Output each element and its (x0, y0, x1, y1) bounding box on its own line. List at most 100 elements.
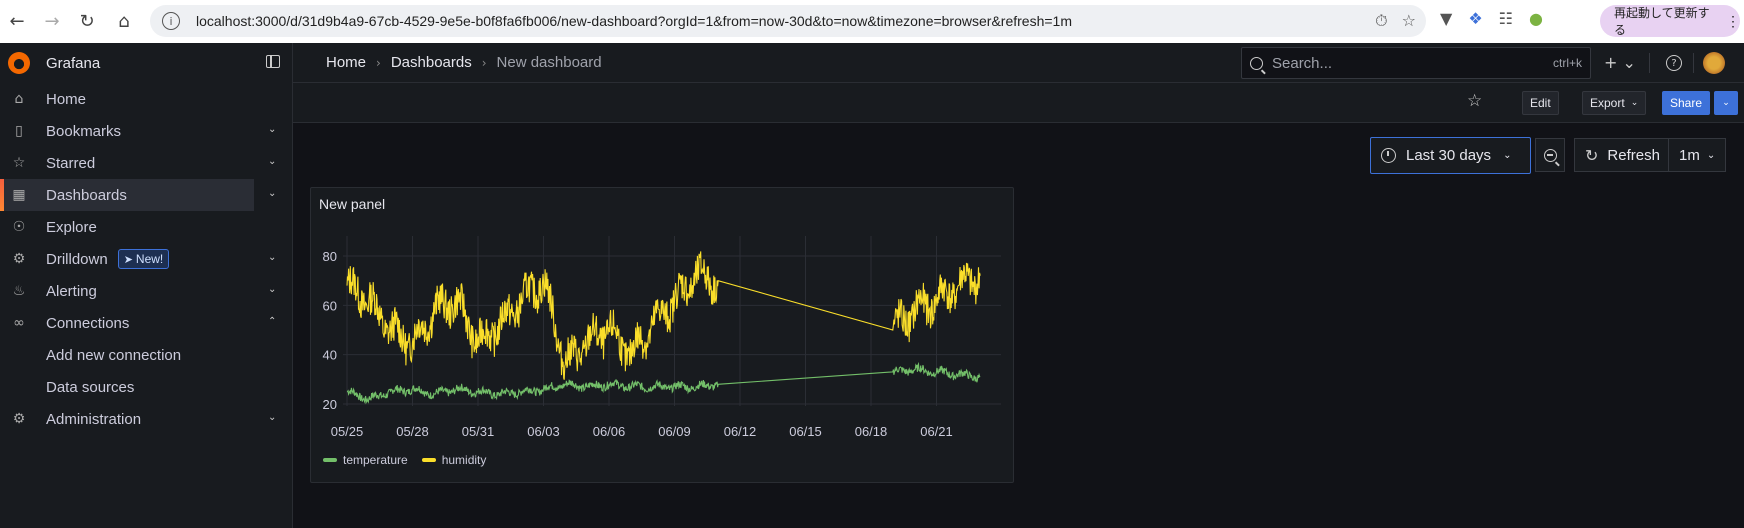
gear-icon: ⚙ (12, 411, 26, 427)
share-options-button[interactable]: ⌄ (1714, 91, 1738, 115)
chevron-down-icon: ⌄ (1503, 150, 1512, 161)
chevron-down-icon[interactable]: ⌄ (268, 124, 276, 135)
site-info-icon[interactable]: i (162, 12, 180, 30)
chevron-down-icon: ⌄ (1722, 98, 1730, 108)
performance-icon[interactable]: ⏱ (1375, 11, 1387, 31)
x-tick-label: 06/09 (658, 424, 691, 439)
forward-icon[interactable]: → (35, 4, 69, 38)
chevron-down-icon: ⌄ (1706, 149, 1716, 161)
star-icon: ☆ (12, 155, 26, 171)
sidebar-item-add-new-connection[interactable]: Add new connection (0, 339, 292, 371)
grid-icon: ▦ (12, 187, 26, 203)
sidebar-item-label: Drilldown (46, 250, 108, 268)
extension-icon-2[interactable]: ❖ (1468, 9, 1482, 28)
zoom-out-button[interactable] (1535, 138, 1565, 172)
brand-name: Grafana (46, 54, 101, 72)
chevron-down-icon[interactable]: ⌄ (268, 284, 276, 295)
export-button[interactable]: Export ⌄ (1582, 91, 1647, 115)
sidebar-item-administration[interactable]: ⚙ Administration ⌄ (0, 403, 292, 435)
menu-dots-icon[interactable]: ⋮ (1726, 13, 1740, 30)
chevron-down-icon[interactable]: ⌄ (268, 412, 276, 423)
profile-icon[interactable]: ● (1529, 9, 1543, 28)
home-browser-icon[interactable]: ⌂ (107, 4, 141, 38)
x-tick-label: 06/15 (789, 424, 822, 439)
restart-update-button[interactable]: 再起動して更新する ⋮ (1600, 5, 1740, 37)
top-bar: Home › Dashboards › New dashboard ctrl+k… (293, 43, 1744, 83)
bookmark-icon: ▯ (15, 123, 23, 139)
add-new-icon[interactable]: + ⌄ (1604, 53, 1636, 72)
breadcrumb-home[interactable]: Home (326, 54, 366, 71)
legend-label: temperature (343, 453, 408, 467)
dashboard-action-bar: ☆ Edit Export ⌄ Share ⌄ (293, 83, 1744, 123)
restart-label: 再起動して更新する (1614, 6, 1710, 37)
sidebar-item-starred[interactable]: ☆ Starred ⌄ (0, 147, 292, 179)
help-icon[interactable]: ? (1666, 55, 1682, 71)
x-tick-label: 05/28 (396, 424, 429, 439)
refresh-interval-label: 1m (1679, 146, 1700, 164)
drilldown-icon: ⚙ (12, 251, 26, 267)
search-input[interactable] (1272, 54, 1522, 72)
search-shortcut: ctrl+k (1552, 56, 1582, 70)
extension-icon-1[interactable]: ▼ (1440, 9, 1452, 28)
bell-icon: ♨ (12, 283, 26, 299)
time-series-chart: 20 40 60 80 05/25 05/28 05/31 06/03 06/06 06/09 06… (323, 236, 1001, 439)
refresh-icon: ↻ (1585, 145, 1599, 165)
sidebar-item-connections[interactable]: ∞ Connections ⌃ (0, 307, 292, 339)
sidebar-item-label: Bookmarks (46, 122, 122, 140)
chevron-down-icon[interactable]: ⌄ (268, 252, 276, 263)
legend-item-temperature[interactable]: temperature (323, 453, 408, 467)
time-range-picker[interactable]: Last 30 days ⌄ (1370, 137, 1531, 174)
sidebar-item-label: Data sources (46, 378, 135, 396)
export-label: Export (1590, 96, 1625, 110)
sidebar-item-alerting[interactable]: ♨ Alerting ⌄ (0, 275, 292, 307)
address-bar[interactable]: i localhost:3000/d/31d9b4a9-67cb-4529-9e… (150, 5, 1426, 37)
legend-item-humidity[interactable]: humidity (421, 453, 486, 467)
sidebar-item-dashboards[interactable]: ▦ Dashboards ⌄ (0, 179, 276, 211)
mark-favorite-star-icon[interactable]: ☆ (1467, 91, 1482, 111)
breadcrumb: Home › Dashboards › New dashboard (326, 54, 602, 71)
x-tick-label: 06/21 (920, 424, 953, 439)
bookmark-star-icon[interactable]: ☆ (1402, 11, 1416, 31)
new-badge-label: New! (135, 252, 164, 266)
new-badge: ➤ New! (117, 249, 170, 269)
x-tick-label: 06/06 (593, 424, 626, 439)
sidebar-item-home[interactable]: ⌂ Home (0, 83, 292, 115)
reload-icon[interactable]: ↻ (70, 4, 104, 38)
dock-menu-icon[interactable] (266, 55, 280, 68)
share-label: Share (1670, 96, 1703, 110)
sidebar-item-data-sources[interactable]: Data sources (0, 371, 292, 403)
avatar[interactable] (1703, 52, 1725, 74)
rocket-icon: ➤ (123, 252, 133, 266)
sidebar-item-drilldown[interactable]: ⚙ Drilldown ➤ New! ⌄ (0, 243, 292, 275)
breadcrumb-separator-icon: › (376, 55, 381, 70)
time-series-panel[interactable]: New panel 20 40 60 80 05/25 05/28 05/31 06/03 06… (310, 187, 1014, 483)
share-button[interactable]: Share (1662, 91, 1711, 115)
sidebar: Grafana ⌂ Home ▯ Bookmarks ⌄ ☆ Starred ⌄… (0, 43, 293, 528)
y-tick-label: 60 (323, 298, 337, 313)
sidebar-item-label: Connections (46, 314, 130, 332)
chevron-down-icon[interactable]: ⌄ (268, 156, 276, 167)
x-tick-label: 06/12 (724, 424, 757, 439)
grafana-logo-icon (8, 52, 30, 74)
x-tick-label: 06/03 (527, 424, 560, 439)
edit-button[interactable]: Edit (1522, 91, 1559, 115)
refresh-interval-picker[interactable]: 1m ⌄ (1668, 138, 1726, 172)
puzzle-icon[interactable]: ☷ (1499, 9, 1513, 28)
compass-icon: ☉ (12, 219, 26, 235)
search-box[interactable]: ctrl+k (1241, 47, 1591, 79)
sidebar-item-explore[interactable]: ☉ Explore (0, 211, 292, 243)
divider (1693, 53, 1694, 73)
brand[interactable]: Grafana (0, 43, 292, 83)
sidebar-item-bookmarks[interactable]: ▯ Bookmarks ⌄ (0, 115, 292, 147)
breadcrumb-dashboards[interactable]: Dashboards (391, 54, 472, 71)
url-text[interactable]: localhost:3000/d/31d9b4a9-67cb-4529-9e5e… (196, 13, 1072, 29)
chevron-up-icon[interactable]: ⌃ (268, 316, 276, 327)
chevron-down-icon[interactable]: ⌄ (268, 188, 276, 199)
breadcrumb-current: New dashboard (496, 54, 602, 71)
sidebar-item-label: Home (46, 90, 87, 108)
refresh-button[interactable]: ↻ Refresh (1574, 138, 1678, 172)
sidebar-item-label: Alerting (46, 282, 97, 300)
back-icon[interactable]: ← (0, 4, 34, 38)
series-line-humidity (346, 251, 981, 380)
sidebar-item-label: Dashboards (46, 186, 127, 204)
